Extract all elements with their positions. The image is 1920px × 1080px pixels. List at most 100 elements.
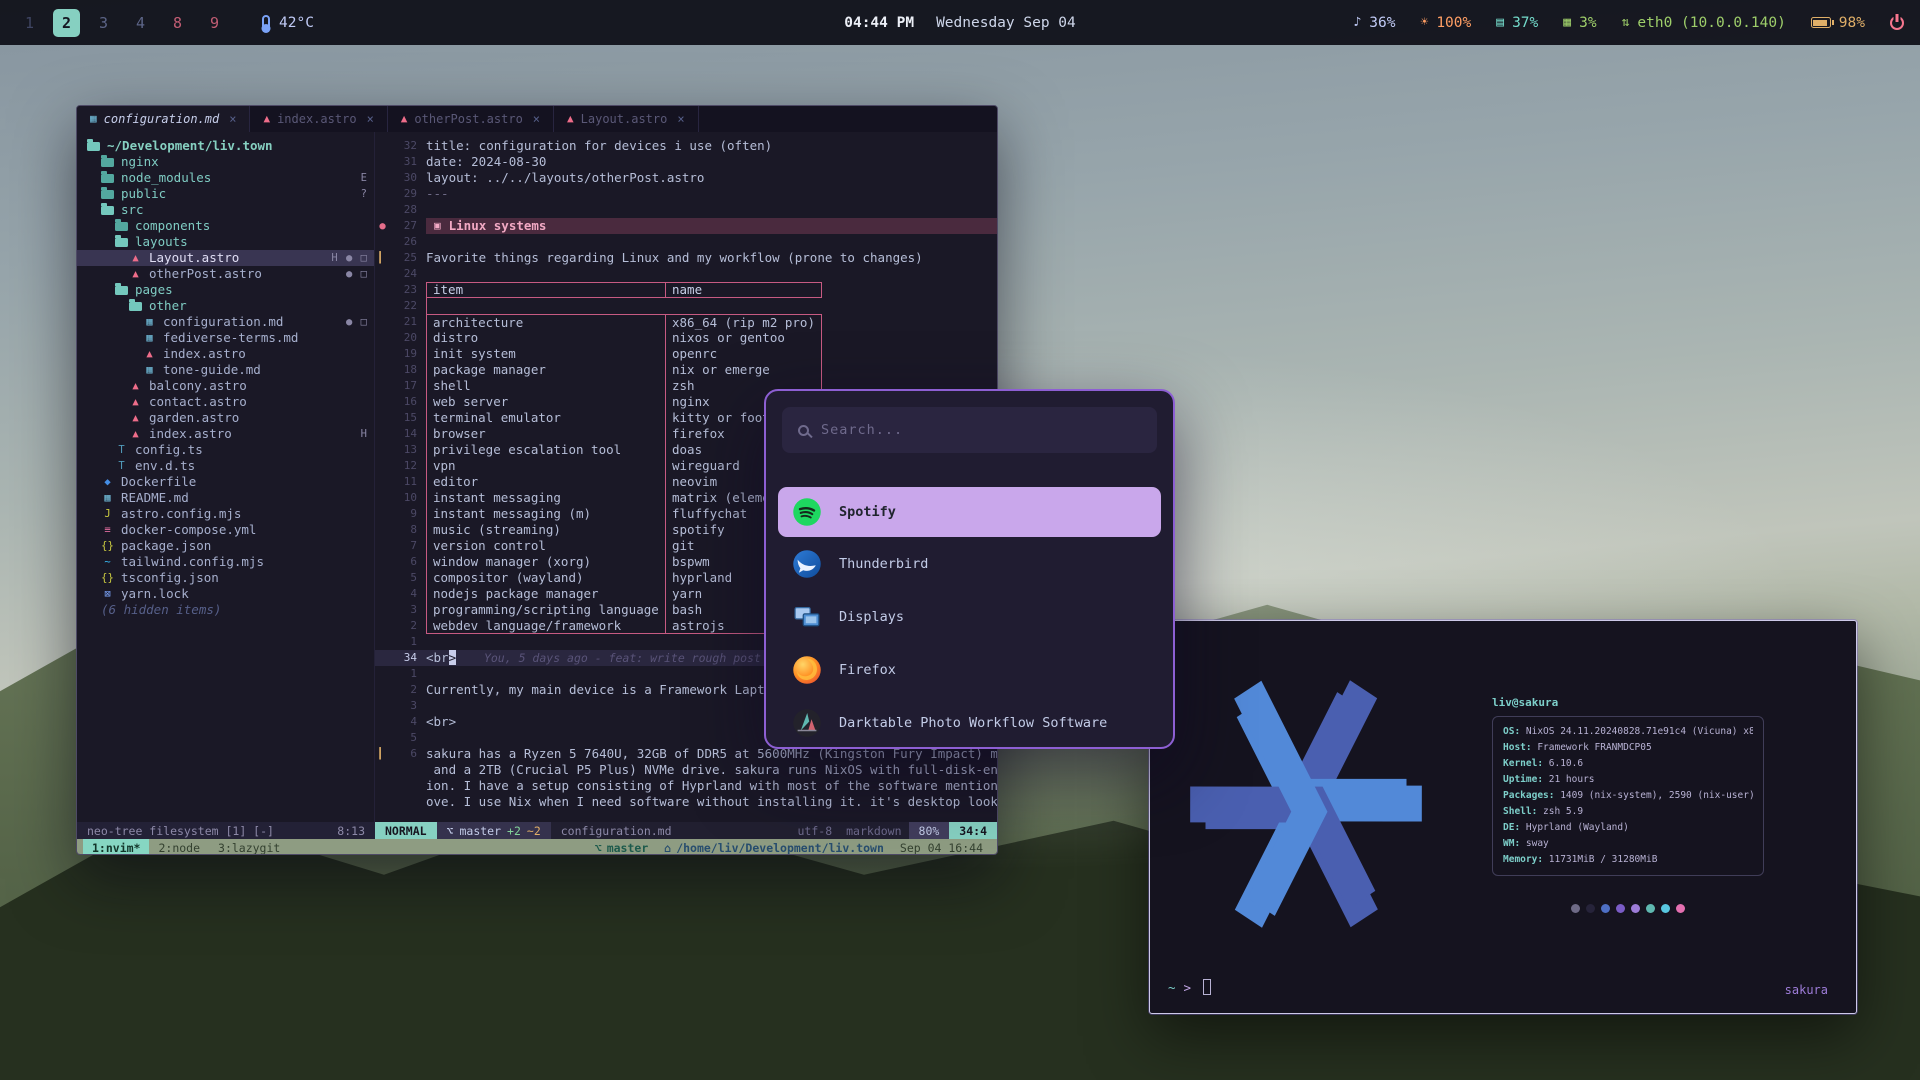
memory-value: 37% (1512, 15, 1538, 31)
temperature-value: 42°C (279, 15, 314, 31)
volume-module[interactable]: ♪36% (1353, 15, 1395, 31)
tab-layout-astro[interactable]: ▲Layout.astro× (554, 106, 699, 132)
launcher-search[interactable] (782, 407, 1157, 453)
tab-close-icon[interactable]: × (533, 111, 540, 127)
power-icon (1890, 16, 1904, 30)
tree-item-configuration-md[interactable]: ▦configuration.md● □ (77, 314, 374, 330)
cpu-module[interactable]: ▦3% (1563, 15, 1596, 31)
line-number: 2 (390, 618, 426, 634)
tab-close-icon[interactable]: × (677, 111, 684, 127)
tree-item-astro-config-mjs[interactable]: Jastro.config.mjs (77, 506, 374, 522)
workspace-4[interactable]: 4 (127, 9, 154, 37)
tmux-window-1-nvim[interactable]: 1:nvim* (83, 839, 149, 855)
tree-item-contact-astro[interactable]: ▲contact.astro (77, 394, 374, 410)
astro-file-icon: ▲ (263, 111, 270, 127)
line-number: 28 (390, 202, 426, 218)
tree-item-fediverse-terms-md[interactable]: ▦fediverse-terms.md (77, 330, 374, 346)
tree-item-layout-astro[interactable]: ▲Layout.astroH ● □ (77, 250, 374, 266)
tree-item-garden-astro[interactable]: ▲garden.astro (77, 410, 374, 426)
tree-item-docker-compose-yml[interactable]: ≡docker-compose.yml (77, 522, 374, 538)
tree-item-label: (6 hidden items) (101, 602, 221, 618)
tab-configuration-md[interactable]: ▦configuration.md× (77, 106, 250, 132)
tmux-window-2-node[interactable]: 2:node (149, 839, 209, 855)
tree-item-other[interactable]: other (77, 298, 374, 314)
cursor-block: > (449, 650, 457, 665)
network-module[interactable]: ⇅eth0 (10.0.0.140) (1622, 15, 1786, 31)
folder-icon (101, 174, 114, 183)
folder-open-icon (129, 302, 142, 311)
line-number: 29 (390, 186, 426, 202)
line-number: 22 (390, 298, 426, 314)
network-value: eth0 (10.0.0.140) (1637, 15, 1785, 31)
workspace-9[interactable]: 9 (201, 9, 228, 37)
tmux-window-3-lazygit[interactable]: 3:lazygit (209, 839, 289, 855)
table-cell-name: openrc (666, 346, 822, 362)
tree-item-config-ts[interactable]: Tconfig.ts (77, 442, 374, 458)
tree-item-readme-md[interactable]: ▦README.md (77, 490, 374, 506)
tree-item-label: yarn.lock (121, 586, 189, 602)
brightness-module[interactable]: ☀100% (1420, 15, 1471, 31)
tree-item-src[interactable]: src (77, 202, 374, 218)
memory-module[interactable]: ▤37% (1496, 15, 1538, 31)
prompt-symbol: > (1184, 980, 1192, 995)
launcher-item-thunderbird[interactable]: Thunderbird (766, 537, 1173, 590)
darktable-icon (792, 708, 822, 738)
fetch-info-key: Kernel: (1503, 758, 1543, 769)
tree-item-node-modules[interactable]: node_modulesE (77, 170, 374, 186)
cursor-block (1203, 979, 1211, 995)
displays-icon (792, 602, 822, 632)
workspace-2[interactable]: 2 (53, 9, 80, 37)
line-number: 21 (390, 314, 426, 330)
tree-item-index-astro[interactable]: ▲index.astro (77, 346, 374, 362)
tree-item-yarn-lock[interactable]: ⊠yarn.lock (77, 586, 374, 602)
table-cell-item: vpn (426, 458, 666, 474)
tree-item-public[interactable]: public? (77, 186, 374, 202)
tree-item-env-d-ts[interactable]: Tenv.d.ts (77, 458, 374, 474)
workspace-switcher: 123489 (16, 9, 228, 37)
tree-item-6-hidden-items[interactable]: (6 hidden items) (77, 602, 374, 618)
clock-module[interactable]: 04:44 PM Wednesday Sep 04 (844, 15, 1076, 31)
tree-item-tone-guide-md[interactable]: ▦tone-guide.md (77, 362, 374, 378)
tree-item-label: index.astro (149, 426, 232, 442)
nixos-logo-icon (1172, 651, 1440, 957)
tree-item-index-astro[interactable]: ▲index.astroH (77, 426, 374, 442)
tab-index-astro[interactable]: ▲ index.astro × (250, 106, 387, 132)
git-branch-icon: ⌥ (595, 840, 602, 856)
workspace-3[interactable]: 3 (90, 9, 117, 37)
launcher-item-displays[interactable]: Displays (766, 590, 1173, 643)
tree-item-otherpost-astro[interactable]: ▲otherPost.astro● □ (77, 266, 374, 282)
tree-item-tsconfig-json[interactable]: {}tsconfig.json (77, 570, 374, 586)
launcher-item-darktable-photo-workflow-software[interactable]: Darktable Photo Workflow Software (766, 696, 1173, 749)
tree-item-dockerfile[interactable]: ◆Dockerfile (77, 474, 374, 490)
tab-close-icon[interactable]: × (229, 111, 236, 127)
battery-module[interactable]: 98% (1811, 15, 1865, 31)
json-file-icon: {} (101, 570, 114, 586)
workspace-8[interactable]: 8 (164, 9, 191, 37)
table-header-row: 23itemname (375, 282, 997, 298)
line-number: 3 (390, 698, 426, 714)
tree-item-development-liv-town[interactable]: ~/Development/liv.town (77, 138, 374, 154)
tree-item-label: Dockerfile (121, 474, 196, 490)
tree-item-balcony-astro[interactable]: ▲balcony.astro (77, 378, 374, 394)
tree-item-nginx[interactable]: nginx (77, 154, 374, 170)
tab-label: index.astro (277, 111, 356, 127)
launcher-item-spotify[interactable]: Spotify (778, 487, 1161, 537)
tw-file-icon: ~ (101, 554, 114, 570)
workspace-1[interactable]: 1 (16, 9, 43, 37)
tree-item-label: Layout.astro (149, 250, 239, 266)
fetch-info-key: Shell: (1503, 806, 1537, 817)
line-number: 14 (390, 426, 426, 442)
tree-item-components[interactable]: components (77, 218, 374, 234)
temperature-module[interactable]: 42°C (262, 15, 314, 31)
vim-mode-indicator: NORMAL (375, 822, 437, 839)
buffer-line: 30layout: ../../layouts/otherPost.astro (375, 170, 997, 186)
launcher-item-firefox[interactable]: Firefox (766, 643, 1173, 696)
tree-item-layouts[interactable]: layouts (77, 234, 374, 250)
search-input[interactable] (821, 422, 1141, 438)
power-module[interactable] (1890, 16, 1904, 30)
tab-otherpost-astro[interactable]: ▲otherPost.astro× (388, 106, 554, 132)
tree-item-package-json[interactable]: {}package.json (77, 538, 374, 554)
tree-item-tailwind-config-mjs[interactable]: ~tailwind.config.mjs (77, 554, 374, 570)
tab-close-icon[interactable]: × (367, 111, 374, 127)
tree-item-pages[interactable]: pages (77, 282, 374, 298)
